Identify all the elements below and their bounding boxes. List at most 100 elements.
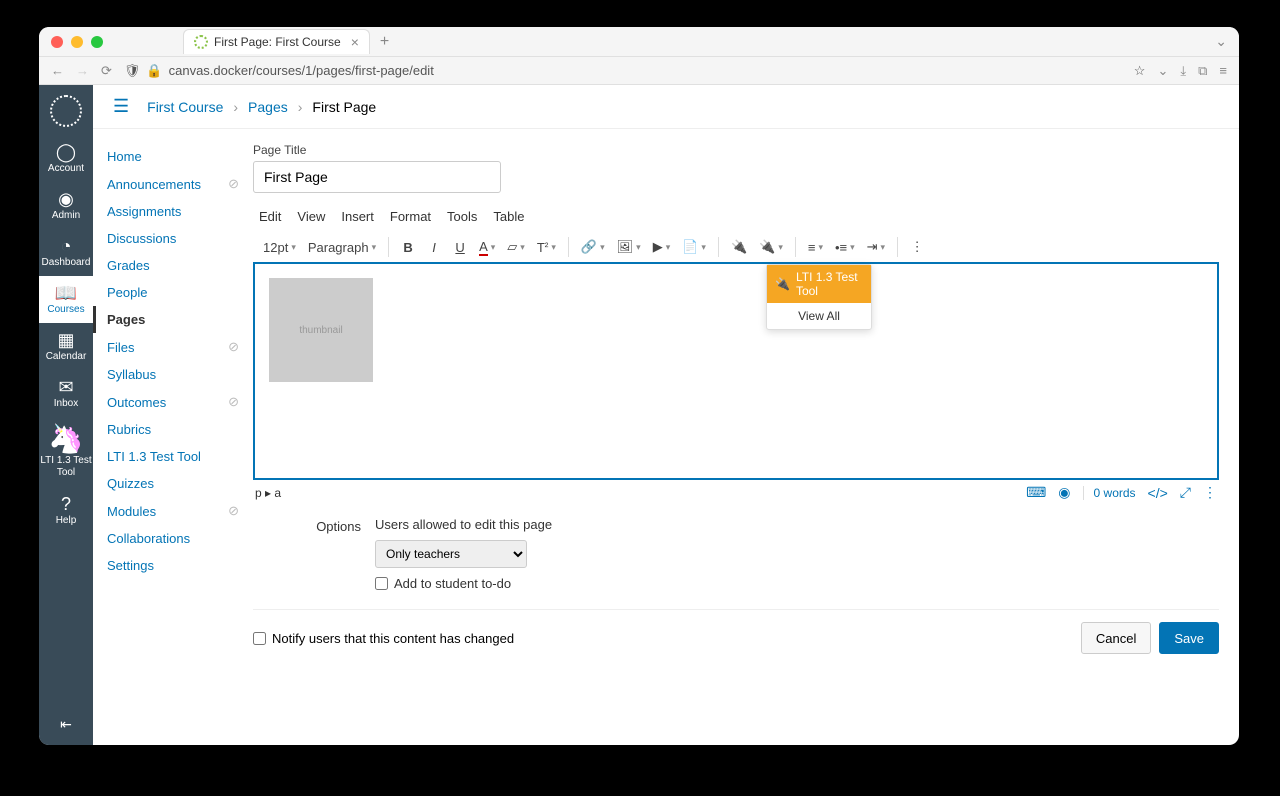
minimize-window[interactable]	[71, 36, 83, 48]
fullscreen-icon[interactable]: ⤢	[1180, 484, 1191, 501]
lock-icon[interactable]: 🔒	[146, 63, 162, 79]
image-button[interactable]: 🖼	[613, 234, 645, 260]
a11y-icon[interactable]: ◉	[1058, 484, 1070, 501]
form-footer: Notify users that this content has chang…	[253, 622, 1219, 654]
maximize-window[interactable]	[91, 36, 103, 48]
nav-account[interactable]: ◯Account	[39, 135, 93, 182]
coursenav-item[interactable]: Outcomes⊘	[93, 388, 253, 416]
media-button[interactable]: ▶	[649, 234, 675, 260]
canvas-logo-icon[interactable]	[50, 95, 82, 127]
plug-icon: 🔌	[731, 239, 747, 255]
document-button[interactable]: 📄	[678, 234, 710, 260]
bullet-list-icon: •≡	[835, 240, 847, 255]
rce-menu-item[interactable]: Tools	[447, 209, 477, 224]
coursenav-item[interactable]: Files⊘	[93, 333, 253, 361]
resize-handle-icon[interactable]: ⋮	[1203, 484, 1217, 501]
coursenav-item[interactable]: Discussions	[93, 225, 253, 252]
hamburger-icon[interactable]: ☰	[113, 96, 129, 117]
coursenav-item[interactable]: Home	[93, 143, 253, 170]
keyboard-icon[interactable]: ⌨	[1026, 484, 1046, 501]
crumb-pages[interactable]: Pages	[248, 99, 288, 115]
cancel-button[interactable]: Cancel	[1081, 622, 1151, 654]
coursenav-item[interactable]: Grades	[93, 252, 253, 279]
coursenav-item[interactable]: Syllabus	[93, 361, 253, 388]
coursenav-item[interactable]: Settings	[93, 552, 253, 579]
apps-dropdown-item-lti[interactable]: 🔌 LTI 1.3 Test Tool	[767, 265, 871, 303]
nav-courses[interactable]: 📖Courses	[39, 276, 93, 323]
nav-help[interactable]: ?Help	[39, 487, 93, 534]
bold-button[interactable]: B	[397, 234, 419, 260]
apps-dropdown: 🔌 LTI 1.3 Test Tool View All	[766, 264, 872, 330]
add-todo-checkbox[interactable]: Add to student to-do	[375, 576, 552, 591]
forward-icon[interactable]: →	[76, 63, 89, 79]
bullet-list-button[interactable]: •≡	[831, 234, 859, 260]
shield-icon[interactable]: 🛡	[124, 63, 141, 79]
downloads-icon[interactable]: ⤓	[1180, 63, 1186, 79]
close-tab-icon[interactable]: ×	[351, 34, 359, 50]
element-path[interactable]: p ▸ a	[255, 486, 281, 500]
link-button[interactable]: 🔗	[577, 234, 609, 260]
rce-editor[interactable]: thumbnail 🔌 LTI 1.3 Test Tool View All	[253, 262, 1219, 480]
word-count[interactable]: 0 words	[1083, 486, 1136, 500]
align-button[interactable]: ≡	[804, 234, 827, 260]
crumb-course[interactable]: First Course	[147, 99, 223, 115]
save-button[interactable]: Save	[1159, 622, 1219, 654]
notify-checkbox[interactable]: Notify users that this content has chang…	[253, 631, 514, 646]
app-menu-icon[interactable]: ≡	[1219, 63, 1227, 79]
bookmark-icon[interactable]: ☆	[1134, 63, 1146, 79]
coursenav-item[interactable]: Pages	[93, 306, 253, 333]
thumbnail-placeholder[interactable]: thumbnail	[269, 278, 373, 382]
apps-dropdown-view-all[interactable]: View All	[767, 303, 871, 329]
rce-menu-item[interactable]: Insert	[341, 209, 374, 224]
text-color-button[interactable]: A	[475, 234, 499, 260]
coursenav-item[interactable]: Assignments	[93, 198, 253, 225]
coursenav-item[interactable]: Modules⊘	[93, 497, 253, 525]
extensions-icon[interactable]: ⧉	[1198, 63, 1207, 79]
coursenav-item[interactable]: Quizzes	[93, 470, 253, 497]
apps-dropdown-button[interactable]: 🔌	[755, 234, 787, 260]
bg-color-button[interactable]: ▱	[503, 234, 529, 260]
url-field[interactable]: 🛡 🔒 canvas.docker/courses/1/pages/first-…	[124, 63, 1122, 79]
url-text: canvas.docker/courses/1/pages/first-page…	[169, 63, 434, 78]
tabs-overflow-icon[interactable]: ⌄	[1215, 33, 1227, 50]
italic-button[interactable]: I	[423, 234, 445, 260]
close-window[interactable]	[51, 36, 63, 48]
nav-inbox[interactable]: ✉Inbox	[39, 370, 93, 417]
page-title-input[interactable]	[253, 161, 501, 193]
block-format-select[interactable]: Paragraph	[304, 234, 380, 260]
rce-menu-item[interactable]: Edit	[259, 209, 281, 224]
nav-lti-tool[interactable]: 🦄LTI 1.3 Test Tool	[39, 417, 93, 487]
browser-tab[interactable]: First Page: First Course ×	[183, 29, 370, 54]
collapse-nav-icon[interactable]: ⇤	[60, 716, 72, 733]
highlighter-icon: ▱	[507, 239, 517, 255]
favicon-icon	[194, 35, 208, 49]
rce-menubar: Edit View Insert Format Tools Table	[253, 205, 1219, 228]
coursenav-item[interactable]: Announcements⊘	[93, 170, 253, 198]
back-icon[interactable]: ←	[51, 63, 64, 79]
indent-button[interactable]: ⇥	[863, 234, 889, 260]
url-bar: ← → ⟳ 🛡 🔒 canvas.docker/courses/1/pages/…	[39, 57, 1239, 85]
coursenav-item[interactable]: People	[93, 279, 253, 306]
apps-button[interactable]: 🔌	[727, 234, 751, 260]
superscript-button[interactable]: T²	[533, 234, 560, 260]
font-size-select[interactable]: 12pt	[259, 234, 300, 260]
reload-icon[interactable]: ⟳	[101, 63, 112, 79]
users-allowed-select[interactable]: Only teachers	[375, 540, 527, 568]
pocket-icon[interactable]: ⌄	[1157, 63, 1168, 79]
new-tab-button[interactable]: +	[380, 33, 389, 51]
link-icon: 🔗	[581, 239, 597, 255]
rce-menu-item[interactable]: Format	[390, 209, 431, 224]
rce-menu-item[interactable]: View	[297, 209, 325, 224]
more-button[interactable]: ⋮	[906, 234, 928, 260]
underline-button[interactable]: U	[449, 234, 471, 260]
coursenav-item[interactable]: LTI 1.3 Test Tool	[93, 443, 253, 470]
rce-menu-item[interactable]: Table	[493, 209, 524, 224]
nav-dashboard[interactable]: ◔Dashboard	[39, 229, 93, 276]
coursenav-item[interactable]: Collaborations	[93, 525, 253, 552]
nav-admin[interactable]: ◉Admin	[39, 182, 93, 229]
shield-icon: ◉	[58, 190, 74, 208]
coursenav-item[interactable]: Rubrics	[93, 416, 253, 443]
html-view-button[interactable]: </>	[1148, 485, 1168, 501]
calendar-icon: ▦	[57, 331, 74, 349]
nav-calendar[interactable]: ▦Calendar	[39, 323, 93, 370]
